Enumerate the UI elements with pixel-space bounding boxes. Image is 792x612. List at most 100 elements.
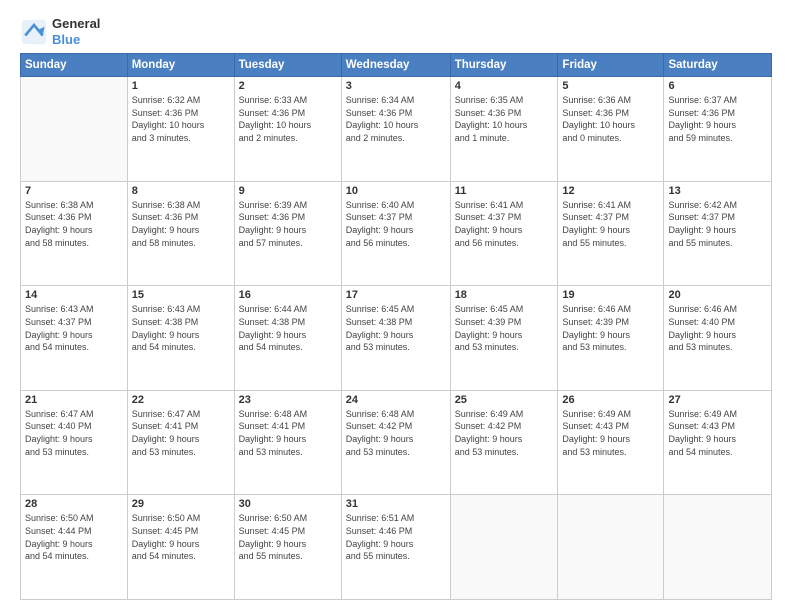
col-header-friday: Friday <box>558 54 664 77</box>
day-info: Sunrise: 6:43 AMSunset: 4:37 PMDaylight:… <box>25 303 123 353</box>
day-cell: 22Sunrise: 6:47 AMSunset: 4:41 PMDayligh… <box>127 390 234 495</box>
day-cell: 27 Sunrise: 6:49 AMSunset: 4:43 PMDayligh… <box>664 390 772 495</box>
day-number: 28 <box>25 498 123 510</box>
day-info: Sunrise: 6:51 AMSunset: 4:46 PMDaylight:… <box>346 512 446 562</box>
day-cell <box>450 495 558 600</box>
day-cell: 14 Sunrise: 6:43 AMSunset: 4:37 PMDayligh… <box>21 286 128 391</box>
day-cell: 4 Sunrise: 6:35 AMSunset: 4:36 PMDaylight… <box>450 77 558 182</box>
day-info: Sunrise: 6:46 AMSunset: 4:39 PMDaylight:… <box>562 303 659 353</box>
day-info: Sunrise: 6:42 AMSunset: 4:37 PMDaylight:… <box>668 199 767 249</box>
logo-line1: General <box>52 16 100 32</box>
day-info: Sunrise: 6:46 AMSunset: 4:40 PMDaylight:… <box>668 303 767 353</box>
day-info: Sunrise: 6:43 AMSunset: 4:38 PMDaylight:… <box>132 303 230 353</box>
day-number: 23 <box>239 394 337 406</box>
day-info: Sunrise: 6:34 AMSunset: 4:36 PMDaylight:… <box>346 94 446 144</box>
day-info: Sunrise: 6:41 AMSunset: 4:37 PMDaylight:… <box>455 199 554 249</box>
day-cell: 29 Sunrise: 6:50 AMSunset: 4:45 PMDayligh… <box>127 495 234 600</box>
day-cell: 23Sunrise: 6:48 AMSunset: 4:41 PMDayligh… <box>234 390 341 495</box>
day-info: Sunrise: 6:49 AMSunset: 4:43 PMDaylight:… <box>668 408 767 458</box>
day-number: 3 <box>346 80 446 92</box>
logo: General Blue <box>20 16 100 47</box>
col-header-monday: Monday <box>127 54 234 77</box>
day-number: 29 <box>132 498 230 510</box>
day-cell: 21 Sunrise: 6:47 AMSunset: 4:40 PMDayligh… <box>21 390 128 495</box>
day-cell: 24 Sunrise: 6:48 AMSunset: 4:42 PMDayligh… <box>341 390 450 495</box>
day-number: 8 <box>132 185 230 197</box>
day-info: Sunrise: 6:40 AMSunset: 4:37 PMDaylight:… <box>346 199 446 249</box>
day-info: Sunrise: 6:39 AMSunset: 4:36 PMDaylight:… <box>239 199 337 249</box>
day-number: 24 <box>346 394 446 406</box>
day-cell: 1 Sunrise: 6:32 AMSunset: 4:36 PMDaylight… <box>127 77 234 182</box>
day-number: 13 <box>668 185 767 197</box>
day-cell: 26 Sunrise: 6:49 AMSunset: 4:43 PMDayligh… <box>558 390 664 495</box>
day-cell: 16 Sunrise: 6:44 AMSunset: 4:38 PMDayligh… <box>234 286 341 391</box>
col-header-thursday: Thursday <box>450 54 558 77</box>
day-info: Sunrise: 6:37 AMSunset: 4:36 PMDaylight:… <box>668 94 767 144</box>
day-number: 26 <box>562 394 659 406</box>
day-number: 30 <box>239 498 337 510</box>
day-cell: 15Sunrise: 6:43 AMSunset: 4:38 PMDayligh… <box>127 286 234 391</box>
day-info: Sunrise: 6:50 AMSunset: 4:45 PMDaylight:… <box>239 512 337 562</box>
day-cell <box>21 77 128 182</box>
day-cell: 20 Sunrise: 6:46 AMSunset: 4:40 PMDayligh… <box>664 286 772 391</box>
day-number: 10 <box>346 185 446 197</box>
day-number: 16 <box>239 289 337 301</box>
logo-text: General Blue <box>52 16 100 47</box>
day-cell: 8Sunrise: 6:38 AMSunset: 4:36 PMDaylight… <box>127 181 234 286</box>
day-info: Sunrise: 6:45 AMSunset: 4:39 PMDaylight:… <box>455 303 554 353</box>
logo-line2: Blue <box>52 32 100 48</box>
day-number: 2 <box>239 80 337 92</box>
day-info: Sunrise: 6:44 AMSunset: 4:38 PMDaylight:… <box>239 303 337 353</box>
day-cell: 2Sunrise: 6:33 AMSunset: 4:36 PMDaylight… <box>234 77 341 182</box>
day-cell: 6Sunrise: 6:37 AMSunset: 4:36 PMDaylight… <box>664 77 772 182</box>
day-cell <box>558 495 664 600</box>
day-info: Sunrise: 6:49 AMSunset: 4:42 PMDaylight:… <box>455 408 554 458</box>
day-number: 9 <box>239 185 337 197</box>
week-row-3: 21 Sunrise: 6:47 AMSunset: 4:40 PMDayligh… <box>21 390 772 495</box>
day-cell: 18 Sunrise: 6:45 AMSunset: 4:39 PMDayligh… <box>450 286 558 391</box>
day-info: Sunrise: 6:32 AMSunset: 4:36 PMDaylight:… <box>132 94 230 144</box>
day-number: 14 <box>25 289 123 301</box>
day-cell: 19 Sunrise: 6:46 AMSunset: 4:39 PMDayligh… <box>558 286 664 391</box>
day-number: 5 <box>562 80 659 92</box>
day-cell: 30 Sunrise: 6:50 AMSunset: 4:45 PMDayligh… <box>234 495 341 600</box>
day-info: Sunrise: 6:47 AMSunset: 4:40 PMDaylight:… <box>25 408 123 458</box>
day-cell: 31 Sunrise: 6:51 AMSunset: 4:46 PMDayligh… <box>341 495 450 600</box>
day-cell: 17Sunrise: 6:45 AMSunset: 4:38 PMDayligh… <box>341 286 450 391</box>
day-number: 21 <box>25 394 123 406</box>
day-cell: 11Sunrise: 6:41 AMSunset: 4:37 PMDayligh… <box>450 181 558 286</box>
day-number: 12 <box>562 185 659 197</box>
col-header-sunday: Sunday <box>21 54 128 77</box>
day-cell: 9 Sunrise: 6:39 AMSunset: 4:36 PMDaylight… <box>234 181 341 286</box>
day-number: 31 <box>346 498 446 510</box>
col-header-saturday: Saturday <box>664 54 772 77</box>
day-info: Sunrise: 6:50 AMSunset: 4:45 PMDaylight:… <box>132 512 230 562</box>
day-info: Sunrise: 6:49 AMSunset: 4:43 PMDaylight:… <box>562 408 659 458</box>
day-number: 7 <box>25 185 123 197</box>
day-number: 4 <box>455 80 554 92</box>
day-info: Sunrise: 6:35 AMSunset: 4:36 PMDaylight:… <box>455 94 554 144</box>
header-row: SundayMondayTuesdayWednesdayThursdayFrid… <box>21 54 772 77</box>
calendar: SundayMondayTuesdayWednesdayThursdayFrid… <box>20 53 772 600</box>
day-cell: 10 Sunrise: 6:40 AMSunset: 4:37 PMDayligh… <box>341 181 450 286</box>
day-number: 27 <box>668 394 767 406</box>
week-row-2: 14 Sunrise: 6:43 AMSunset: 4:37 PMDayligh… <box>21 286 772 391</box>
logo-icon <box>20 18 48 46</box>
calendar-table: SundayMondayTuesdayWednesdayThursdayFrid… <box>20 53 772 600</box>
day-number: 20 <box>668 289 767 301</box>
day-number: 19 <box>562 289 659 301</box>
day-info: Sunrise: 6:47 AMSunset: 4:41 PMDaylight:… <box>132 408 230 458</box>
day-info: Sunrise: 6:38 AMSunset: 4:36 PMDaylight:… <box>25 199 123 249</box>
day-number: 18 <box>455 289 554 301</box>
day-cell <box>664 495 772 600</box>
header: General Blue <box>20 16 772 47</box>
week-row-1: 7 Sunrise: 6:38 AMSunset: 4:36 PMDaylight… <box>21 181 772 286</box>
day-number: 25 <box>455 394 554 406</box>
page: General Blue SundayMondayTuesdayWednesda… <box>0 0 792 612</box>
day-info: Sunrise: 6:48 AMSunset: 4:42 PMDaylight:… <box>346 408 446 458</box>
day-cell: 5 Sunrise: 6:36 AMSunset: 4:36 PMDaylight… <box>558 77 664 182</box>
day-cell: 13 Sunrise: 6:42 AMSunset: 4:37 PMDayligh… <box>664 181 772 286</box>
day-number: 1 <box>132 80 230 92</box>
day-info: Sunrise: 6:36 AMSunset: 4:36 PMDaylight:… <box>562 94 659 144</box>
day-info: Sunrise: 6:50 AMSunset: 4:44 PMDaylight:… <box>25 512 123 562</box>
